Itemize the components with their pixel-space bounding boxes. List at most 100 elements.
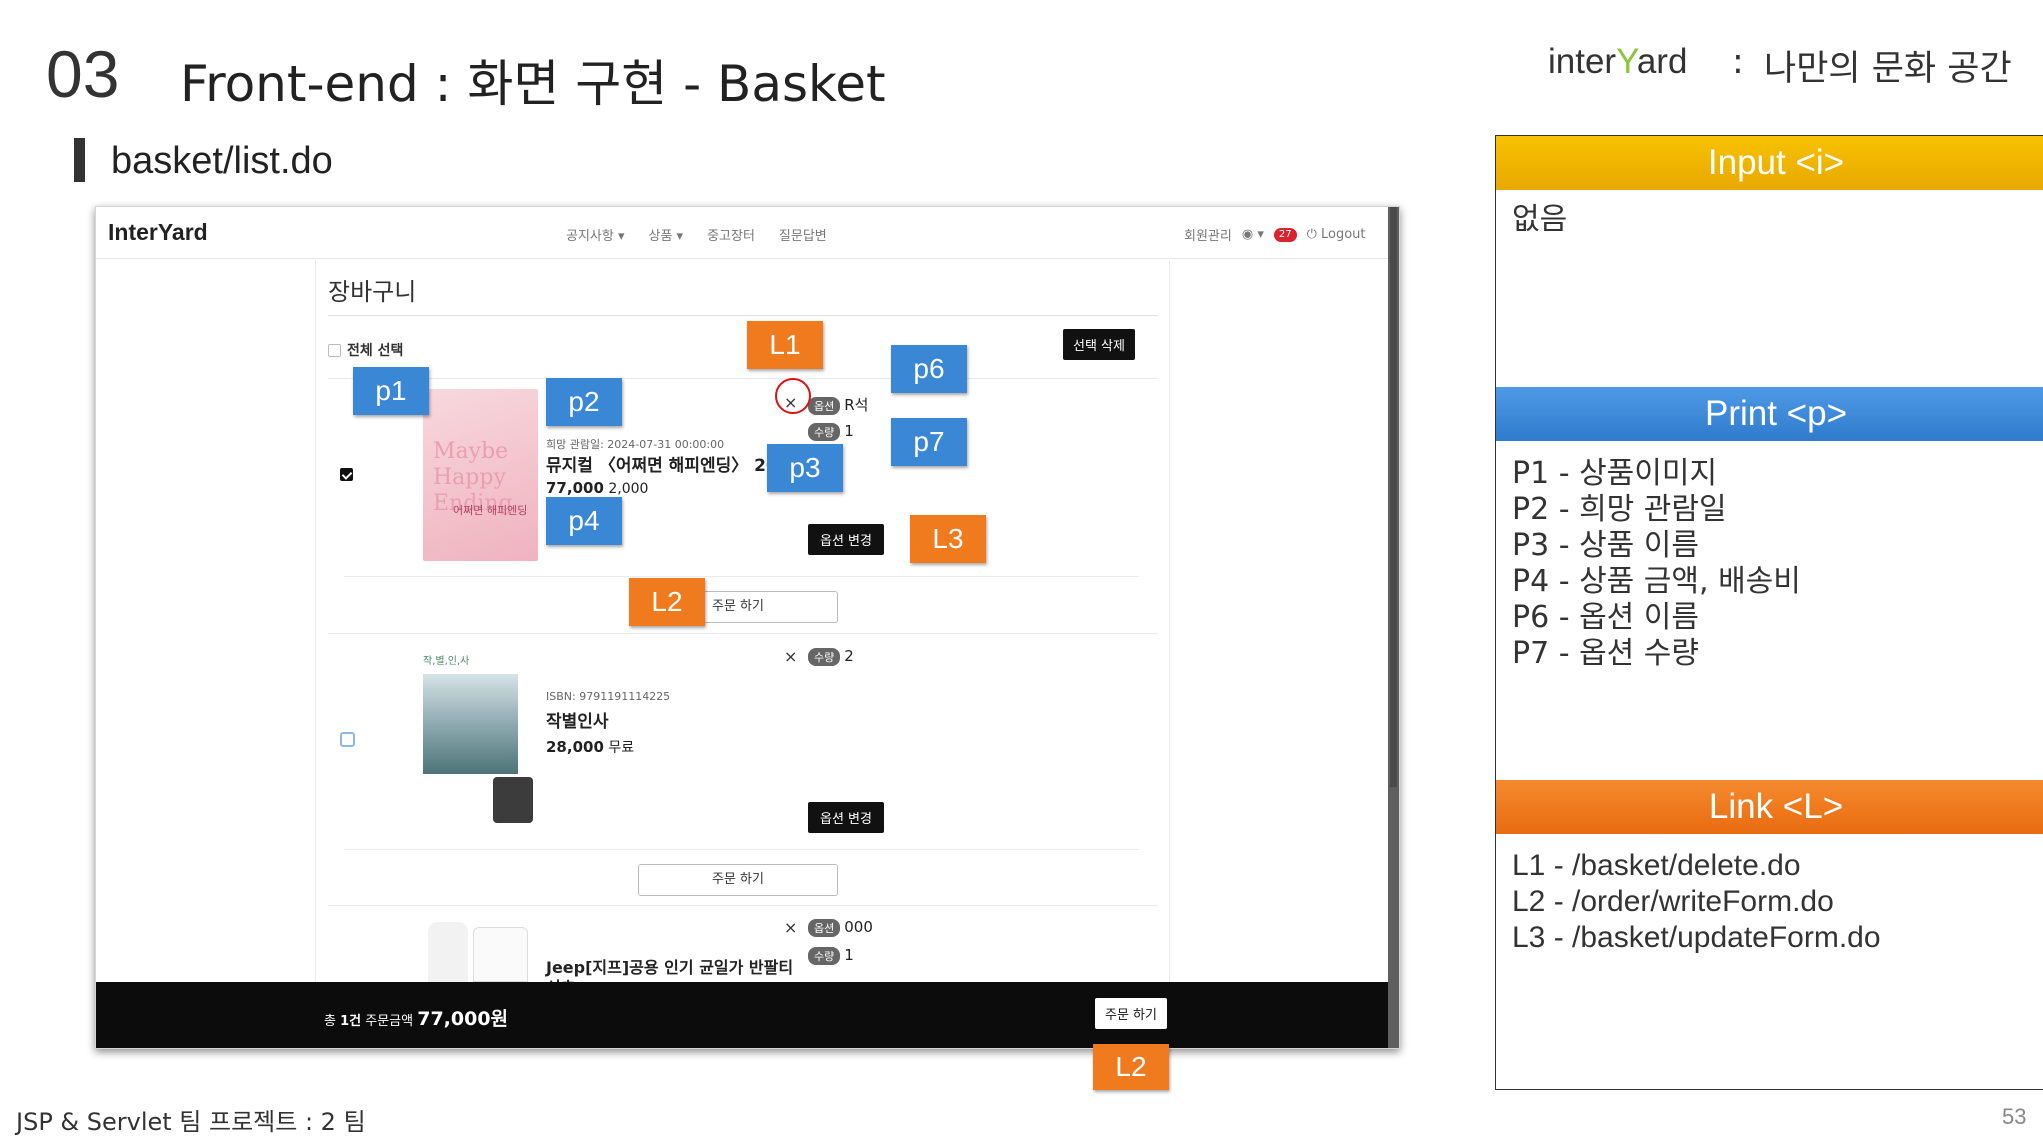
close-icon[interactable]: × bbox=[784, 647, 797, 666]
divider bbox=[344, 849, 1139, 850]
option-change-button[interactable]: 옵션 변경 bbox=[808, 524, 884, 555]
delete-highlight-circle bbox=[775, 378, 811, 414]
quantity-value: 1 bbox=[844, 946, 854, 964]
item-checkbox[interactable] bbox=[340, 468, 353, 481]
notification-badge[interactable]: 27 bbox=[1273, 227, 1297, 242]
annotation-p2: p2 bbox=[546, 378, 622, 426]
order-summary-bar: 총 1건 주문금액 77,000원 주문 하기 bbox=[96, 982, 1390, 1048]
price-value: 28,000 bbox=[546, 738, 604, 756]
annotation-p6: p6 bbox=[891, 345, 967, 393]
navbar: InterYard 공지사항 ▾ 상품 ▾ 중고장터 질문답변 회원관리 ◉ ▾… bbox=[96, 207, 1399, 259]
brand-logo: interYard bbox=[1548, 42, 1687, 82]
annotation-l1: L1 bbox=[747, 321, 823, 369]
page-title: 장바구니 bbox=[328, 278, 417, 306]
option-change-button[interactable]: 옵션 변경 bbox=[808, 802, 884, 833]
annotation-p3: p3 bbox=[767, 444, 843, 492]
option-line: 옵션 R석 bbox=[808, 394, 868, 415]
close-icon[interactable]: × bbox=[784, 918, 797, 937]
order-all-button[interactable]: 주문 하기 bbox=[1095, 998, 1167, 1029]
brand-separator: : bbox=[1732, 42, 1744, 82]
nav-item-qna[interactable]: 질문답변 bbox=[779, 225, 827, 244]
divider bbox=[328, 315, 1158, 316]
quantity-tag: 수량 bbox=[808, 423, 841, 441]
delete-selected-button[interactable]: 선택 삭제 bbox=[1063, 329, 1135, 360]
input-header: Input <i> bbox=[1496, 136, 2043, 190]
product-image[interactable] bbox=[423, 922, 533, 982]
product-image[interactable]: 작,별,인,사 bbox=[423, 652, 533, 827]
slide-title: Front-end : 화면 구현 - Basket bbox=[180, 55, 886, 113]
model-photo bbox=[428, 922, 468, 982]
slide-number: 03 bbox=[46, 37, 120, 111]
link-item: L2 - /order/writeForm.do bbox=[1512, 885, 1834, 918]
total-prefix: 총 bbox=[324, 1014, 341, 1029]
section-bar bbox=[74, 138, 85, 182]
poster-caption: 어쩌면 해피엔딩 bbox=[453, 504, 528, 517]
quantity-value: 1 bbox=[844, 422, 854, 440]
print-item: P2 - 희망 관람일 bbox=[1512, 492, 1727, 527]
nav-admin[interactable]: 회원관리 bbox=[1184, 225, 1232, 244]
option-tag: 옵션 bbox=[808, 919, 841, 937]
annotation-l2: L2 bbox=[629, 578, 705, 626]
total-count: 1건 bbox=[340, 1014, 362, 1029]
quantity-value: 2 bbox=[844, 647, 854, 665]
basket-content: 장바구니 전체 선택 선택 삭제 Maybe Happy Ending 어쩌면 … bbox=[315, 260, 1170, 1048]
product-image[interactable]: Maybe Happy Ending 어쩌면 해피엔딩 bbox=[423, 389, 538, 561]
book-label: 작,별,인,사 bbox=[423, 656, 470, 667]
item-price: 28,000 무료 bbox=[546, 737, 634, 757]
item-meta: 희망 관람일: 2024-07-31 00:00:00 bbox=[546, 438, 725, 451]
nav-item-notice[interactable]: 공지사항 ▾ bbox=[566, 225, 625, 244]
print-list: P1 - 상품이미지 P2 - 희망 관람일 P3 - 상품 이름 P4 - 상… bbox=[1512, 456, 1801, 672]
shipping-value: 2,000 bbox=[608, 481, 649, 497]
annotation-p1: p1 bbox=[353, 367, 429, 415]
print-item: P3 - 상품 이름 bbox=[1512, 528, 1700, 563]
nav-menu: 공지사항 ▾ 상품 ▾ 중고장터 질문답변 bbox=[566, 225, 827, 244]
quantity-line: 수량 2 bbox=[808, 647, 854, 666]
brand-prefix: inter bbox=[1548, 42, 1617, 81]
nav-brand[interactable]: InterYard bbox=[108, 219, 208, 246]
basket-item: Maybe Happy Ending 어쩌면 해피엔딩 희망 관람일: 2024… bbox=[328, 378, 1158, 643]
section-label: basket/list.do bbox=[111, 140, 333, 182]
select-all[interactable]: 전체 선택 bbox=[328, 340, 403, 360]
quantity-line: 수량 1 bbox=[808, 422, 854, 441]
option-line: 옵션 000 bbox=[808, 918, 873, 937]
total-label: 주문금액 bbox=[361, 1014, 418, 1029]
order-total: 총 1건 주문금액 77,000원 bbox=[324, 1004, 508, 1031]
print-item: P7 - 옵션 수량 bbox=[1512, 636, 1700, 671]
divider bbox=[344, 576, 1139, 577]
order-button[interactable]: 주문 하기 bbox=[638, 864, 838, 896]
logout-link[interactable]: ⏻ Logout bbox=[1307, 227, 1366, 242]
author-photo bbox=[493, 777, 533, 823]
brand-tagline: 나만의 문화 공간 bbox=[1764, 49, 2012, 89]
nav-item-used-market[interactable]: 중고장터 bbox=[707, 225, 755, 244]
quantity-tag: 수량 bbox=[808, 648, 841, 666]
brand-suffix: ard bbox=[1636, 42, 1688, 81]
basket-item: 작,별,인,사 ISBN: 9791191114225 작별인사 28,000 … bbox=[328, 633, 1158, 905]
print-item: P1 - 상품이미지 bbox=[1512, 456, 1718, 491]
quantity-line: 수량 1 bbox=[808, 946, 854, 965]
item-name[interactable]: 뮤지컬 〈어쩌면 해피엔딩〉 2024 bbox=[546, 451, 801, 476]
select-all-checkbox[interactable] bbox=[328, 343, 341, 357]
item-meta: ISBN: 9791191114225 bbox=[546, 690, 671, 703]
scrollbar[interactable] bbox=[1388, 207, 1399, 1048]
nav-item-product[interactable]: 상품 ▾ bbox=[649, 225, 684, 244]
link-header: Link <L> bbox=[1496, 780, 2043, 834]
print-item: P6 - 옵션 이름 bbox=[1512, 600, 1700, 635]
total-amount: 77,000원 bbox=[417, 1008, 509, 1030]
quantity-tag: 수량 bbox=[808, 947, 841, 965]
input-body: 없음 bbox=[1512, 202, 1568, 237]
page-number: 53 bbox=[2002, 1104, 2027, 1129]
item-name-line1: Jeep[지프]공용 인기 균일가 반팔티 bbox=[546, 958, 794, 977]
price-value: 77,000 bbox=[546, 479, 604, 497]
item-name[interactable]: 작별인사 bbox=[546, 707, 609, 732]
link-item: L3 - /basket/updateForm.do bbox=[1512, 921, 1881, 954]
annotation-p7: p7 bbox=[891, 418, 967, 466]
scroll-thumb[interactable] bbox=[1390, 207, 1397, 787]
link-item: L1 - /basket/delete.do bbox=[1512, 849, 1801, 882]
user-icon[interactable]: ◉ ▾ bbox=[1242, 227, 1264, 242]
print-item: P4 - 상품 금액, 배송비 bbox=[1512, 564, 1801, 599]
brand-y: Y bbox=[1616, 42, 1637, 81]
nav-right: 회원관리 ◉ ▾ 27 ⏻ Logout bbox=[1184, 225, 1366, 244]
annotation-p4: p4 bbox=[546, 497, 622, 545]
item-checkbox[interactable] bbox=[340, 732, 355, 747]
annotation-l3: L3 bbox=[910, 515, 986, 563]
